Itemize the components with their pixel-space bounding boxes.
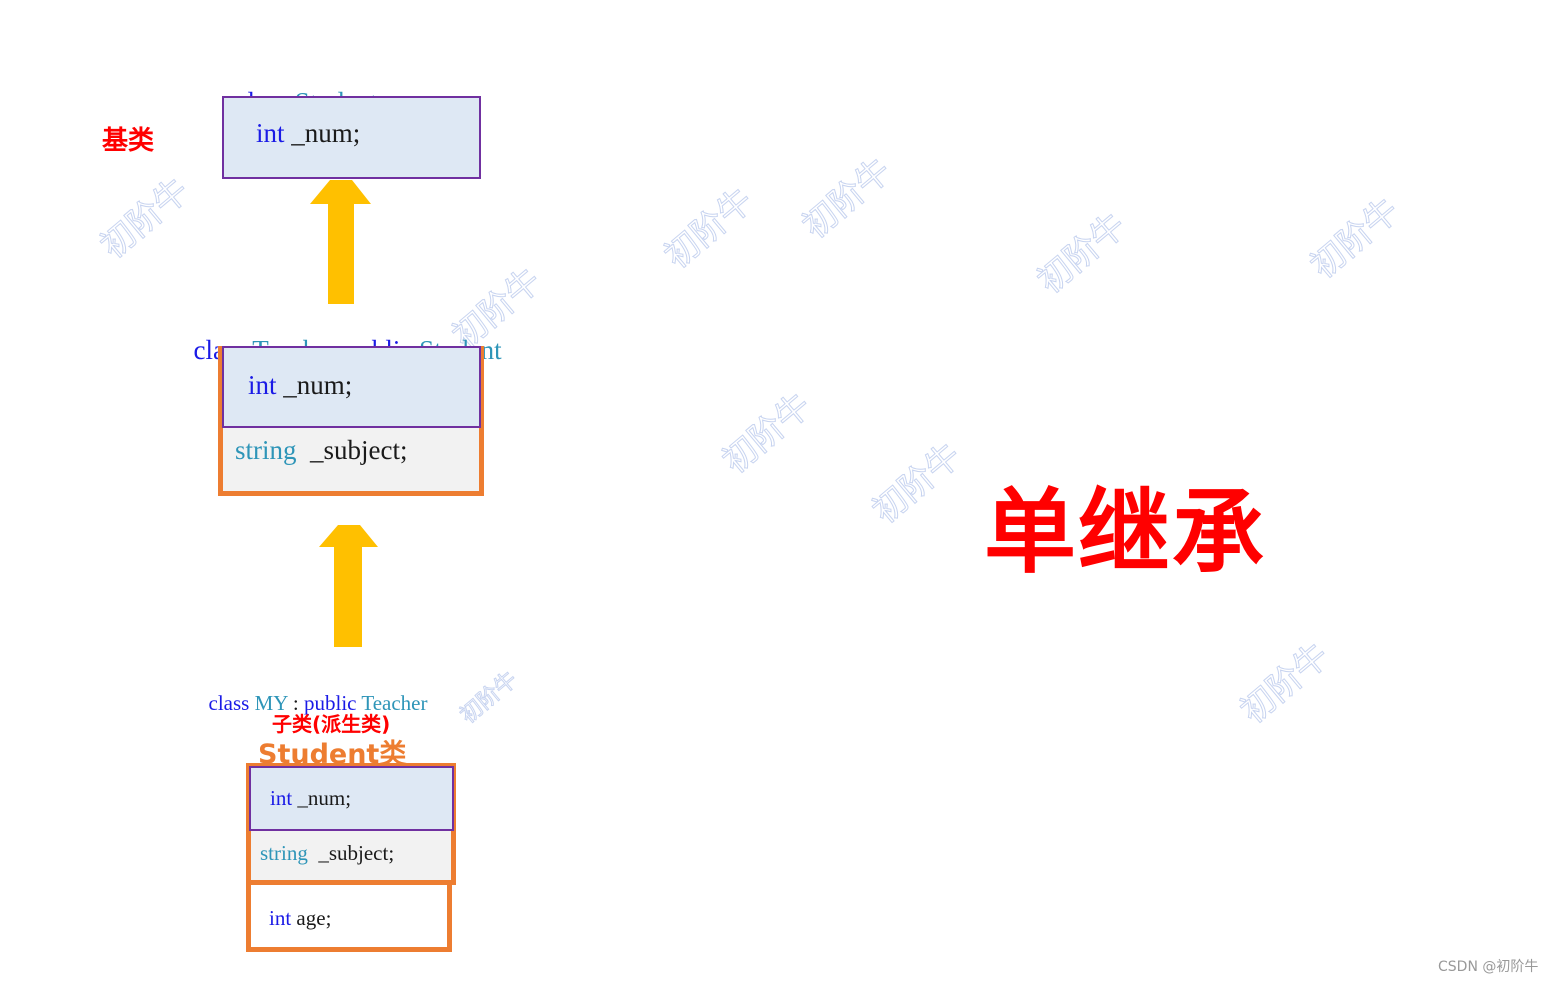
inheritance-arrow <box>310 180 371 304</box>
member-type: int <box>270 786 293 810</box>
member-name: _num; <box>276 370 353 400</box>
member-type: string <box>260 841 308 865</box>
derived-own-part-box: int age; <box>246 880 452 952</box>
member-type: int <box>269 906 292 930</box>
base-class-box: int _num; <box>222 96 481 179</box>
member-type: string <box>235 435 297 465</box>
member-age: int age; <box>269 906 331 931</box>
member-subject: string _subject; <box>235 435 408 466</box>
watermark: 初阶牛 <box>657 180 762 277</box>
base-class-label: 基类 <box>102 126 155 156</box>
arrow-up-icon <box>319 525 378 647</box>
derived-student-part-box: int _num; <box>249 766 454 831</box>
class-keyword: class <box>208 691 250 715</box>
watermark: 初阶牛 <box>865 435 970 532</box>
member-name: age; <box>291 906 332 930</box>
member-name: _num; <box>292 786 352 810</box>
watermark: 初阶牛 <box>795 150 900 247</box>
member-num: int _num; <box>248 370 352 401</box>
footer-credit: CSDN @初阶牛 <box>1438 959 1539 975</box>
watermark: 初阶牛 <box>1030 205 1135 302</box>
member-type: int <box>248 370 277 400</box>
member-name: _subject; <box>307 841 395 865</box>
arrow-up-icon <box>310 180 371 304</box>
teacher-inherited-box: int _num; <box>222 346 481 428</box>
member-num: int _num; <box>270 786 351 811</box>
member-num: int _num; <box>256 118 360 149</box>
watermark: 初阶牛 <box>93 170 198 267</box>
member-name: _subject; <box>296 435 408 465</box>
watermark: 初阶牛 <box>455 667 523 730</box>
member-name: _num; <box>284 118 361 148</box>
member-subject: string _subject; <box>260 841 394 866</box>
watermark: 初阶牛 <box>1303 190 1408 287</box>
inheritance-arrow <box>319 525 378 647</box>
diagram-title: 单继承 <box>984 479 1267 586</box>
watermark: 初阶牛 <box>715 385 820 482</box>
member-type: int <box>256 118 285 148</box>
watermark: 初阶牛 <box>1233 635 1338 732</box>
